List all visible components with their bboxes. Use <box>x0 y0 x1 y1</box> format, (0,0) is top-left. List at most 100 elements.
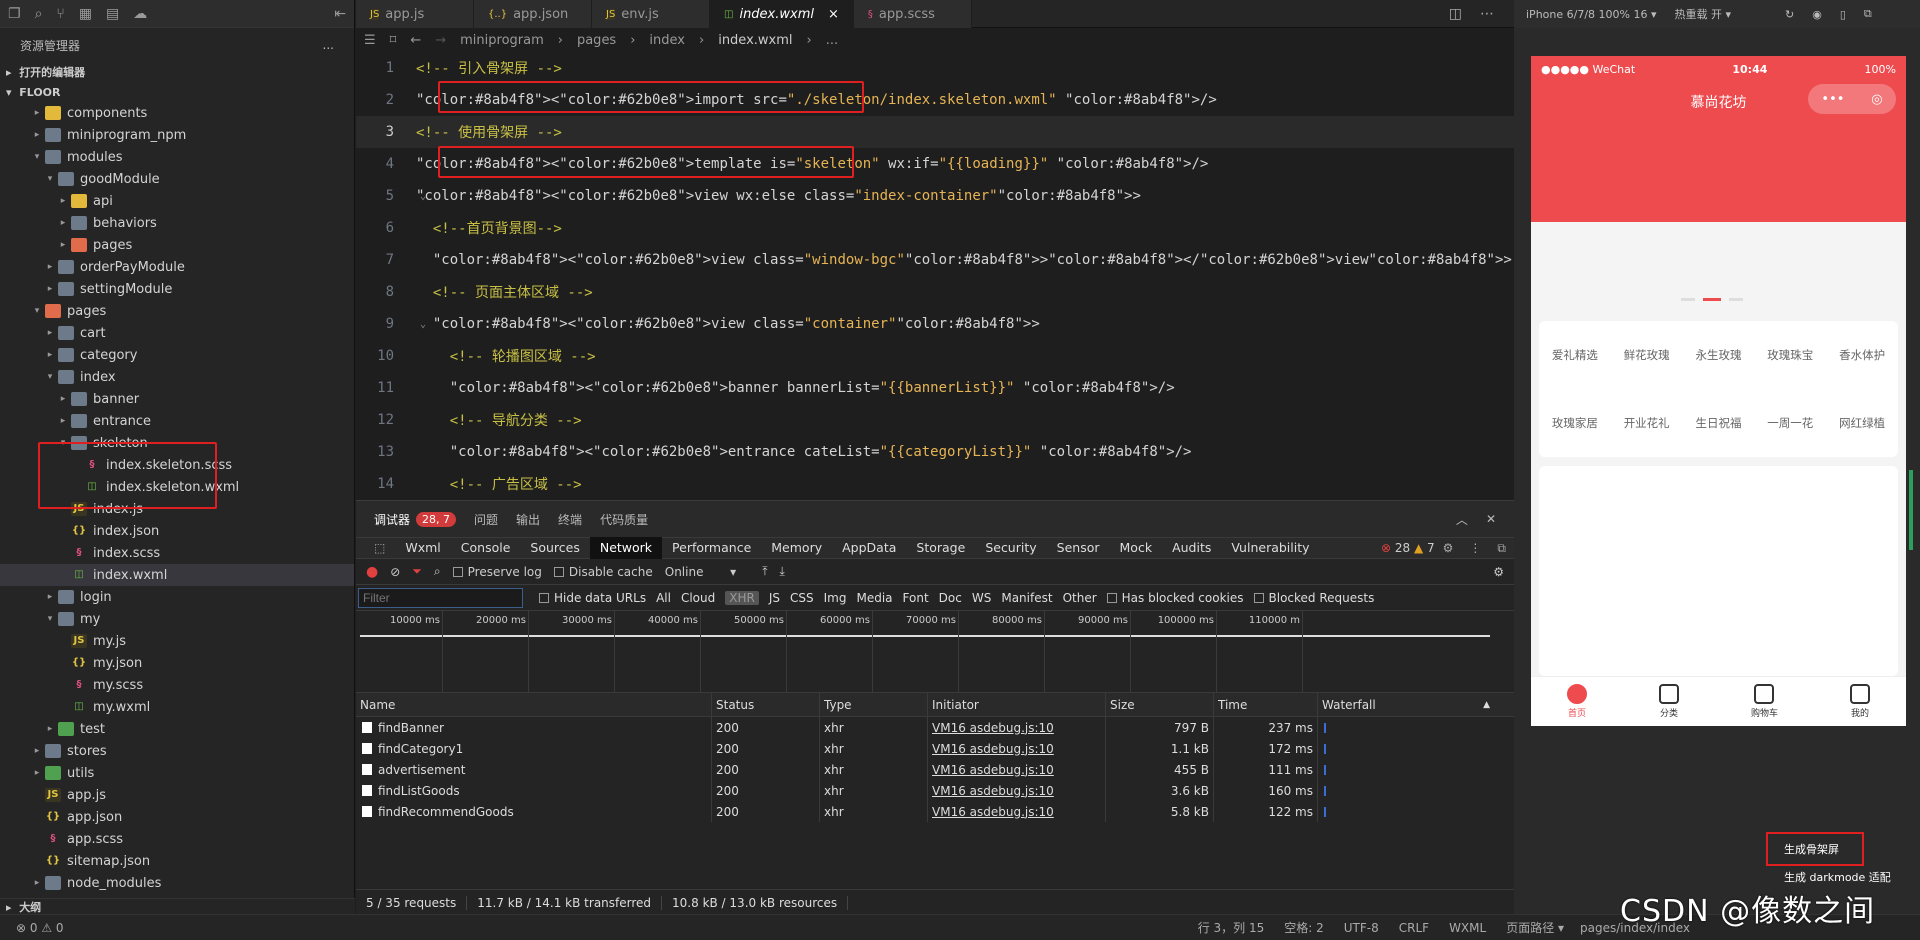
open-editors-section[interactable]: ▸ 打开的编辑器 <box>0 62 354 82</box>
col-status[interactable]: Status <box>712 693 820 716</box>
tabbar-item[interactable]: 首页 <box>1566 684 1587 719</box>
cursor-position[interactable]: 行 3，列 15 <box>1188 919 1275 936</box>
type-filter-doc[interactable]: Doc <box>939 591 962 605</box>
has-blocked-toggle[interactable]: Has blocked cookies <box>1106 591 1244 605</box>
throttle-select[interactable]: Online ▾ <box>665 565 736 579</box>
category-item[interactable]: 生日祝福 <box>1695 415 1741 431</box>
inspect-icon[interactable]: ⬚ <box>364 541 395 555</box>
list-icon[interactable]: ☰ <box>364 33 376 48</box>
editor-tab[interactable]: {..} app.json <box>474 0 592 28</box>
type-filter-img[interactable]: Img <box>824 591 847 605</box>
split-editor-icon[interactable]: ◫ <box>1449 6 1462 22</box>
record-icon[interactable]: ● <box>366 564 378 580</box>
col-name[interactable]: Name <box>356 693 712 716</box>
forward-icon[interactable]: → <box>435 33 446 48</box>
editor-tab[interactable]: ◫ index.wxml × <box>710 0 854 28</box>
language[interactable]: WXML <box>1439 921 1496 935</box>
tree-item[interactable]: JS my.js <box>0 630 354 652</box>
stop-icon[interactable]: ◉ <box>1812 8 1822 21</box>
fold-icon[interactable]: ⌄ <box>420 191 426 202</box>
type-filter-cloud[interactable]: Cloud <box>681 591 715 605</box>
export-har-icon[interactable]: ⤓ <box>780 564 785 579</box>
blocked-requests-toggle[interactable]: Blocked Requests <box>1253 591 1374 605</box>
devtools-tab-performance[interactable]: Performance <box>662 537 761 559</box>
code-line[interactable]: 1 <!-- 引入骨架屏 --> <box>356 52 1514 84</box>
error-count[interactable]: ⊗ 28 ▲ 7 <box>1381 541 1435 555</box>
bookmark-icon[interactable]: ⌑ <box>390 33 397 48</box>
devtools-tab-sensor[interactable]: Sensor <box>1047 537 1110 559</box>
type-filter-media[interactable]: Media <box>856 591 892 605</box>
fold-icon[interactable]: ⌄ <box>420 319 426 330</box>
col-initiator[interactable]: Initiator <box>928 693 1106 716</box>
category-item[interactable]: 一周一花 <box>1767 415 1813 431</box>
category-item[interactable]: 香水体护 <box>1839 347 1885 363</box>
cell-initiator[interactable]: VM16 asdebug.js:10 <box>928 780 1106 801</box>
col-waterfall[interactable]: Waterfall ▲ <box>1318 693 1500 716</box>
tree-item[interactable]: ▾ goodModule <box>0 168 354 190</box>
type-filter-font[interactable]: Font <box>903 591 929 605</box>
tree-item[interactable]: ◫ my.wxml <box>0 696 354 718</box>
network-overview[interactable]: 10000 ms 20000 ms 30000 ms 40000 ms 50000 ms… <box>356 611 1514 693</box>
devtools-tab-appdata[interactable]: AppData <box>832 537 906 559</box>
tree-item[interactable]: § app.scss <box>0 828 354 850</box>
col-time[interactable]: Time <box>1214 693 1318 716</box>
breadcrumb-4[interactable]: ... <box>826 33 838 48</box>
editor-tab[interactable]: § app.scss <box>853 0 972 28</box>
tree-item[interactable]: {} index.json <box>0 520 354 542</box>
category-item[interactable]: 玫瑰家居 <box>1552 415 1598 431</box>
category-item[interactable]: 爱礼精选 <box>1552 347 1598 363</box>
dock-icon[interactable]: ⧉ <box>1497 541 1506 556</box>
capsule-menu-icon[interactable]: ••• <box>1821 92 1844 107</box>
code-line[interactable]: 7 "color:#8ab4f8"><"color:#62b0e8">view … <box>356 244 1514 276</box>
encoding[interactable]: UTF-8 <box>1334 921 1389 935</box>
close-icon[interactable]: ✕ <box>1486 512 1496 526</box>
code-line[interactable]: 9 ⌄ "color:#8ab4f8"><"color:#62b0e8">view… <box>356 308 1514 340</box>
window-icon[interactable]: ⧉ <box>1864 7 1872 21</box>
more-icon[interactable]: ... <box>323 38 334 52</box>
tabbar-item[interactable]: 购物车 <box>1751 684 1778 719</box>
phone-icon[interactable]: ▯ <box>1840 8 1846 21</box>
tree-item[interactable]: ▸ pages <box>0 234 354 256</box>
table-row[interactable]: findCategory1 200 xhr VM16 asdebug.js:10 1.1… <box>356 738 1514 759</box>
panel-tab-problems[interactable]: 问题 <box>474 511 498 528</box>
tree-item[interactable]: ▸ banner <box>0 388 354 410</box>
tree-item[interactable]: ▸ miniprogram_npm <box>0 124 354 146</box>
editor-tab[interactable]: JS env.js <box>592 0 710 28</box>
phone-screen[interactable]: ●●●●● WeChat 10:44 100% 慕尚花坊 ••• ◎ 爱礼精选 鲜… <box>1531 56 1906 726</box>
code-line[interactable]: 3 <!-- 使用骨架屏 --> <box>356 116 1514 148</box>
devtools-tab-sources[interactable]: Sources <box>520 537 589 559</box>
kebab-icon[interactable]: ⋮ <box>1469 541 1481 555</box>
editor-tab[interactable]: JS app.js <box>356 0 474 28</box>
tree-item[interactable]: ▾ pages <box>0 300 354 322</box>
filter-icon[interactable]: ⏷ <box>412 564 422 579</box>
tree-item[interactable]: ▸ settingModule <box>0 278 354 300</box>
code-line[interactable]: 13 "color:#8ab4f8"><"color:#62b0e8">entr… <box>356 436 1514 468</box>
code-line[interactable]: 12 <!-- 导航分类 --> <box>356 404 1514 436</box>
preserve-log-toggle[interactable]: Preserve log <box>452 565 542 579</box>
cell-initiator[interactable]: VM16 asdebug.js:10 <box>928 738 1106 759</box>
devtools-tab-network[interactable]: Network <box>589 537 663 559</box>
page-path-label[interactable]: 页面路径 ▾ <box>1496 919 1574 936</box>
cell-initiator[interactable]: VM16 asdebug.js:10 <box>928 801 1106 822</box>
code-line[interactable]: 5 ⌄ "color:#8ab4f8"><"color:#62b0e8">view … <box>356 180 1514 212</box>
tree-item[interactable]: ▸ stores <box>0 740 354 762</box>
device-select[interactable]: iPhone 6/7/8 100% 16 ▾ <box>1526 8 1657 21</box>
type-filter-css[interactable]: CSS <box>790 591 814 605</box>
outline-section[interactable]: ▸ 大纲 <box>0 898 355 914</box>
tabbar-item[interactable]: 我的 <box>1849 684 1870 719</box>
tree-item[interactable]: ▸ category <box>0 344 354 366</box>
tree-item[interactable]: ▾ modules <box>0 146 354 168</box>
devtools-tab-vulnerability[interactable]: Vulnerability <box>1221 537 1319 559</box>
type-filter-manifest[interactable]: Manifest <box>1001 591 1052 605</box>
tree-item[interactable]: JS app.js <box>0 784 354 806</box>
clear-icon[interactable]: ⊘ <box>390 565 400 579</box>
code-line[interactable]: 10 <!-- 轮播图区域 --> <box>356 340 1514 372</box>
code-line[interactable]: 8 <!-- 页面主体区域 --> <box>356 276 1514 308</box>
tree-item[interactable]: ▸ entrance <box>0 410 354 432</box>
simulator-scrollbar[interactable] <box>1909 470 1913 550</box>
panel-tab-terminal[interactable]: 终端 <box>558 511 582 528</box>
more-actions-icon[interactable]: ⋯ <box>1480 6 1494 22</box>
tree-item[interactable]: {} my.json <box>0 652 354 674</box>
tree-item[interactable]: ▸ api <box>0 190 354 212</box>
breadcrumb-2[interactable]: index <box>649 33 685 48</box>
